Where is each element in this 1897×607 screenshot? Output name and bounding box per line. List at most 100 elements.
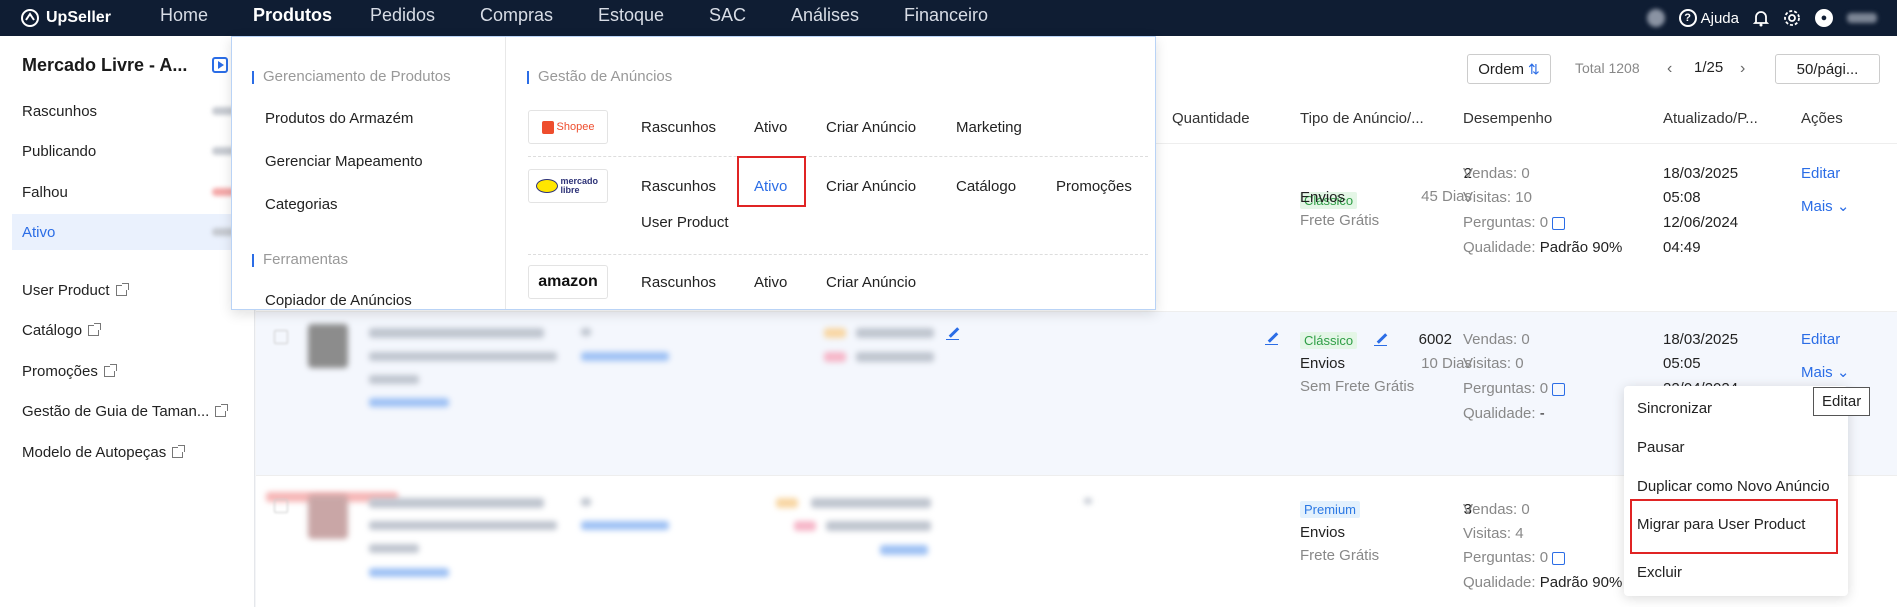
- row-checkbox[interactable]: [274, 330, 288, 344]
- product-variant-blurred: [369, 521, 557, 530]
- nav-pedidos[interactable]: Pedidos: [370, 5, 435, 26]
- help-button[interactable]: ? Ajuda: [1678, 9, 1739, 27]
- divider: [528, 254, 1148, 255]
- nav-analises[interactable]: Análises: [791, 5, 859, 26]
- visits-count: Visitas: 0: [1463, 355, 1524, 372]
- gear-icon[interactable]: [1783, 9, 1801, 27]
- sidebar-link-promocoes[interactable]: Promoções: [22, 363, 117, 380]
- sidebar-link-guia-tamanhos[interactable]: Gestão de Guia de Taman...: [22, 403, 229, 420]
- questions-count: Perguntas: 0: [1463, 549, 1566, 566]
- brand-logo[interactable]: UpSeller: [20, 8, 160, 28]
- bell-icon[interactable]: [1753, 9, 1769, 27]
- sidebar-link-user-product[interactable]: User Product: [22, 282, 129, 299]
- ml-rascunhos[interactable]: Rascunhos: [641, 178, 716, 195]
- shipping-sub: Sem Frete Grátis: [1300, 378, 1415, 395]
- total-count: Total 1208: [1575, 60, 1640, 76]
- more-actions-menu: Sincronizar Pausar Duplicar como Novo An…: [1624, 386, 1848, 596]
- menu-copiador-anuncios[interactable]: Copiador de Anúncios: [265, 292, 412, 309]
- shopee-bag-icon: [541, 120, 554, 134]
- more-link[interactable]: Mais ⌄: [1801, 197, 1849, 215]
- menu-pausar[interactable]: Pausar: [1637, 439, 1685, 456]
- ml-user-product[interactable]: User Product: [641, 214, 729, 231]
- sidebar-link-autopecas[interactable]: Modelo de Autopeças: [22, 444, 186, 461]
- user-name[interactable]: [1847, 13, 1877, 23]
- nav-estoque[interactable]: Estoque: [598, 5, 664, 26]
- product-variants-link-blurred[interactable]: [369, 398, 449, 407]
- section-title-gerenciamento: Gerenciamento de Produtos: [252, 68, 451, 85]
- order-button[interactable]: Ordem ⇅: [1467, 54, 1551, 84]
- quality-label: Qualidade:: [1463, 405, 1540, 422]
- shopee-ativo[interactable]: Ativo: [754, 119, 787, 136]
- shopee-marketing[interactable]: Marketing: [956, 119, 1022, 136]
- nav-produtos[interactable]: Produtos: [253, 5, 332, 26]
- product-sku-blurred: [369, 375, 419, 384]
- blurred-cell: [581, 328, 591, 336]
- listing-id-blurred[interactable]: [581, 352, 669, 361]
- questions-count: Perguntas: 0: [1463, 214, 1566, 231]
- sidebar-item-label: Ativo: [22, 223, 56, 241]
- questions-text: Perguntas: 0: [1463, 549, 1549, 566]
- header-tipo-anuncio: Tipo de Anúncio/...: [1300, 110, 1424, 127]
- listing-id-blurred[interactable]: [581, 521, 669, 530]
- sidebar-item-ativo[interactable]: Ativo: [12, 214, 248, 250]
- upseller-logo-icon: [21, 9, 39, 27]
- menu-categorias[interactable]: Categorias: [265, 196, 338, 213]
- nav-home[interactable]: Home: [160, 5, 208, 26]
- menu-sincronizar[interactable]: Sincronizar: [1637, 400, 1712, 417]
- amazon-rascunhos[interactable]: Rascunhos: [641, 274, 716, 291]
- question-icon[interactable]: [1552, 551, 1566, 565]
- shopee-rascunhos[interactable]: Rascunhos: [641, 119, 716, 136]
- amazon-criar-anuncio[interactable]: Criar Anúncio: [826, 274, 916, 291]
- row-checkbox[interactable]: [274, 499, 288, 513]
- edit-link[interactable]: Editar: [1801, 165, 1840, 182]
- help-icon: ?: [1678, 9, 1697, 27]
- listing-type-badge: Clássico: [1300, 332, 1358, 349]
- section-title-ferramentas: Ferramentas: [252, 251, 348, 268]
- sidebar-item-publicando[interactable]: Publicando: [12, 133, 248, 169]
- sidebar-item-falhou[interactable]: Falhou: [12, 174, 248, 210]
- edit-quantity-icon[interactable]: [1265, 331, 1278, 345]
- per-page-select[interactable]: 50/pági...: [1775, 54, 1880, 84]
- prev-page-icon[interactable]: ‹: [1667, 60, 1672, 78]
- ml-catalogo[interactable]: Catálogo: [956, 178, 1016, 195]
- menu-excluir[interactable]: Excluir: [1637, 564, 1682, 581]
- question-icon[interactable]: [1552, 216, 1566, 230]
- edit-link[interactable]: Editar: [1801, 331, 1840, 348]
- edit-price-icon[interactable]: [946, 326, 959, 340]
- section-title-gestao-anuncios: Gestão de Anúncios: [527, 68, 672, 85]
- external-link-icon: [215, 404, 229, 417]
- amazon-ativo[interactable]: Ativo: [754, 274, 787, 291]
- nav-sac[interactable]: SAC: [709, 5, 746, 26]
- quality-value: -: [1539, 405, 1545, 422]
- sort-icon: ⇅: [1528, 60, 1540, 77]
- sidebar-item-label: Rascunhos: [22, 102, 98, 120]
- updated-date: 18/03/2025: [1663, 165, 1739, 182]
- chevron-down-icon: ⌄: [1836, 198, 1850, 215]
- menu-gerenciar-mapeamento[interactable]: Gerenciar Mapeamento: [265, 153, 423, 170]
- account-avatar-small[interactable]: [1646, 9, 1665, 27]
- sidebar-link-catalogo[interactable]: Catálogo: [22, 322, 102, 339]
- nav-financeiro[interactable]: Financeiro: [904, 5, 988, 26]
- help-label: Ajuda: [1700, 9, 1739, 27]
- shopee-criar-anuncio[interactable]: Criar Anúncio: [826, 119, 916, 136]
- edit-listing-type-icon[interactable]: [1374, 332, 1387, 346]
- nav-compras[interactable]: Compras: [480, 5, 553, 26]
- header-desempenho: Desempenho: [1463, 110, 1553, 127]
- shipping-label: Envios: [1300, 524, 1346, 541]
- menu-duplicar[interactable]: Duplicar como Novo Anúncio: [1637, 478, 1830, 495]
- play-video-icon[interactable]: [212, 57, 228, 73]
- next-page-icon[interactable]: ›: [1740, 60, 1745, 78]
- more-link[interactable]: Mais ⌄: [1801, 363, 1849, 381]
- highlight-box: [737, 156, 806, 207]
- ml-criar-anuncio[interactable]: Criar Anúncio: [826, 178, 916, 195]
- sidebar-item-label: Falhou: [22, 183, 68, 201]
- header-acoes: Ações: [1801, 110, 1843, 127]
- question-icon[interactable]: [1552, 382, 1566, 396]
- menu-produtos-armazem[interactable]: Produtos do Armazém: [265, 110, 413, 127]
- ml-promocoes[interactable]: Promoções: [1056, 178, 1132, 195]
- sidebar: Mercado Livre - A... Rascunhos Publicand…: [0, 36, 255, 607]
- product-variants-link-blurred[interactable]: [369, 568, 449, 577]
- user-icon[interactable]: ●: [1815, 9, 1833, 27]
- sidebar-item-rascunhos[interactable]: Rascunhos: [12, 93, 248, 129]
- sidebar-link-label: Promoções: [22, 363, 98, 380]
